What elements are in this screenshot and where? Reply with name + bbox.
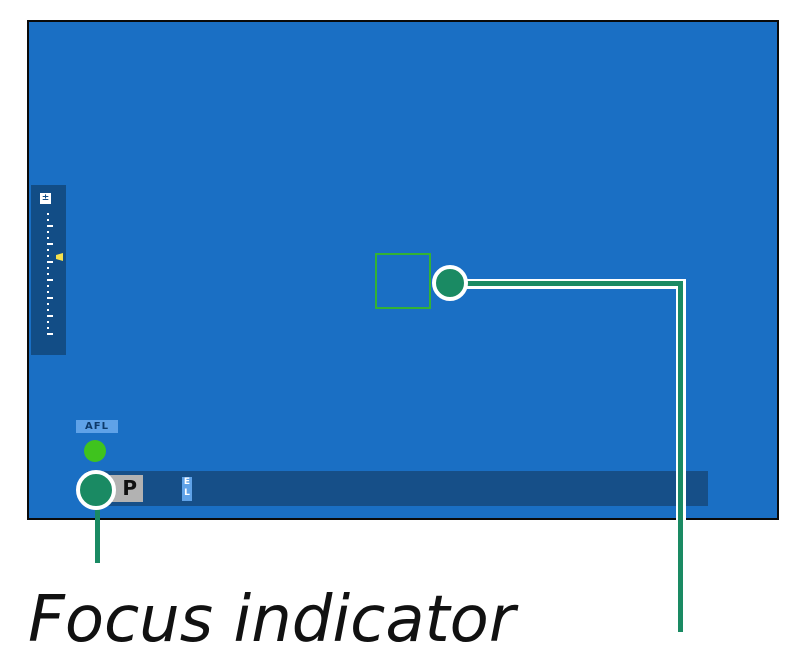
exposure-indicator <box>56 253 63 261</box>
focus-indicator-callout-marker <box>76 470 116 510</box>
focus-frame-callout-marker <box>432 265 468 301</box>
exposure-scale-ticks <box>47 213 63 335</box>
info-bar <box>87 471 708 506</box>
callout-leader-horizontal <box>453 281 682 286</box>
callout-leader-vertical <box>678 281 683 632</box>
exposure-compensation-scale: ± <box>31 185 66 355</box>
caption-focus-indicator: Focus indicator <box>28 583 516 657</box>
focus-indicator-leader <box>95 505 100 563</box>
focus-indicator-dot <box>84 440 106 462</box>
el-badge: EL <box>182 477 192 501</box>
el-label: EL <box>183 477 191 498</box>
focus-frame <box>375 253 431 309</box>
afl-badge: AFL <box>76 420 118 433</box>
